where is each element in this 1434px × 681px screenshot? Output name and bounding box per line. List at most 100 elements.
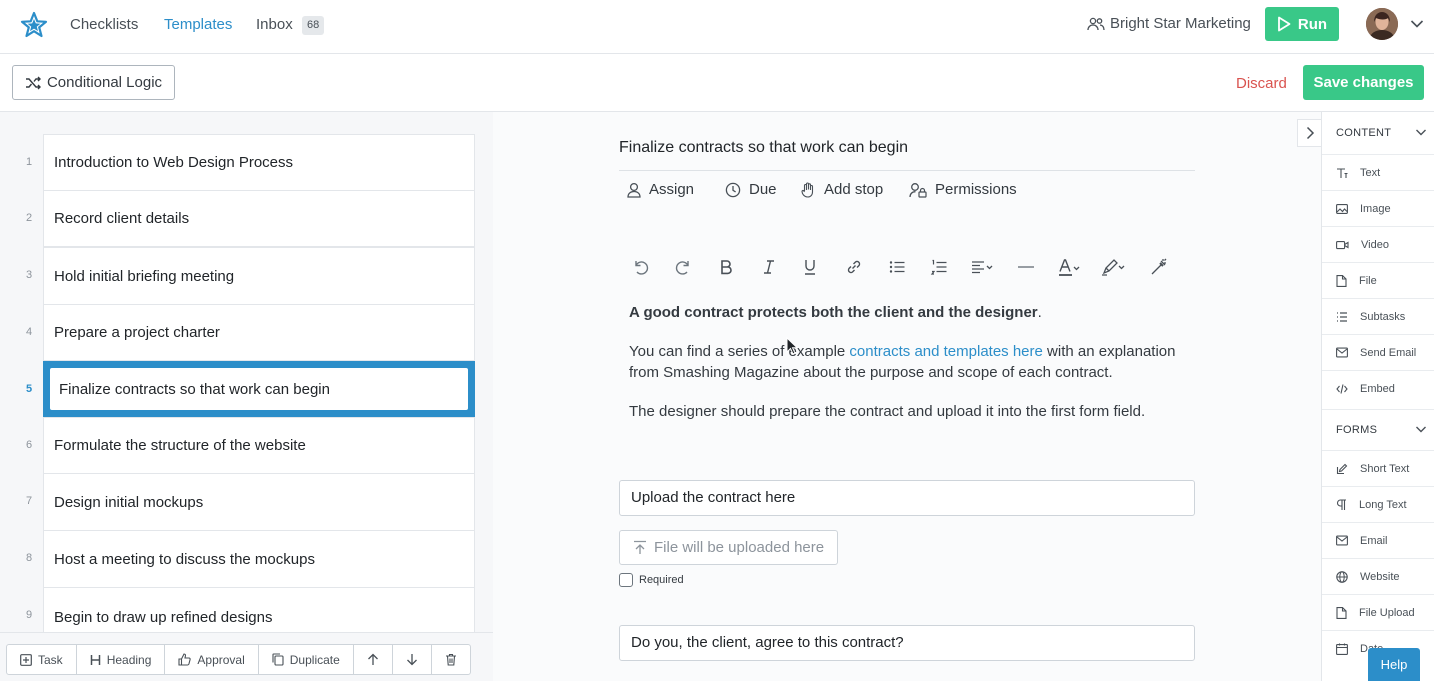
- palette-item-label: Embed: [1360, 382, 1395, 395]
- task-row[interactable]: 2 Record client details: [0, 190, 493, 247]
- task-card[interactable]: Hold initial briefing meeting: [43, 247, 475, 305]
- file-upload-button[interactable]: File will be uploaded here: [619, 530, 838, 565]
- task-number: 8: [25, 552, 33, 564]
- numbered-list-icon[interactable]: [930, 258, 948, 276]
- palette-item-video[interactable]: Video: [1322, 226, 1434, 262]
- save-changes-button[interactable]: Save changes: [1303, 65, 1424, 100]
- user-lock-icon: [909, 182, 927, 198]
- bullet-list-icon[interactable]: [888, 258, 906, 276]
- task-number: 6: [25, 439, 33, 451]
- move-up-button[interactable]: [354, 645, 393, 674]
- palette-item-file-upload[interactable]: File Upload: [1322, 594, 1434, 630]
- conditional-logic-button[interactable]: Conditional Logic: [12, 65, 175, 100]
- discard-button[interactable]: Discard: [1236, 75, 1287, 92]
- underline-icon[interactable]: [802, 258, 818, 276]
- add-approval-button[interactable]: Approval: [165, 645, 259, 674]
- highlight-icon[interactable]: [1101, 258, 1127, 276]
- task-card[interactable]: Host a meeting to discuss the mockups: [43, 530, 475, 588]
- org-name: Bright Star Marketing: [1110, 15, 1251, 32]
- user-avatar[interactable]: [1366, 8, 1398, 40]
- task-content[interactable]: A good contract protects both the client…: [629, 302, 1189, 440]
- task-number: 9: [25, 609, 33, 621]
- task-label: Introduction to Web Design Process: [54, 154, 294, 171]
- palette-item-label: Subtasks: [1360, 310, 1406, 323]
- palette-item-email[interactable]: Email: [1322, 522, 1434, 558]
- play-icon: [1277, 16, 1291, 32]
- task-row[interactable]: 1 Introduction to Web Design Process: [0, 134, 493, 191]
- task-card-selected[interactable]: Finalize contracts so that work can begi…: [43, 361, 475, 417]
- horizontal-rule-icon[interactable]: [1017, 258, 1035, 276]
- delete-task-button[interactable]: [432, 645, 470, 674]
- palette-item-embed[interactable]: Embed: [1322, 370, 1434, 406]
- italic-icon[interactable]: [761, 258, 777, 276]
- task-card[interactable]: Formulate the structure of the website: [43, 417, 475, 474]
- task-label: Finalize contracts so that work can begi…: [59, 380, 330, 398]
- palette-item-text[interactable]: Text: [1322, 154, 1434, 190]
- inbox-count-badge: 68: [302, 16, 325, 35]
- palette-item-short-text[interactable]: Short Text: [1322, 450, 1434, 486]
- undo-icon[interactable]: [632, 258, 650, 276]
- task-row[interactable]: 7 Design initial mockups: [0, 473, 493, 531]
- duplicate-button[interactable]: Duplicate: [259, 645, 354, 674]
- assign-label: Assign: [649, 181, 695, 198]
- nav-checklists[interactable]: Checklists: [70, 16, 138, 34]
- required-checkbox[interactable]: [619, 573, 633, 587]
- task-card[interactable]: Record client details: [43, 190, 475, 247]
- palette-item-website[interactable]: Website: [1322, 558, 1434, 594]
- content-section-header[interactable]: CONTENT: [1322, 113, 1434, 153]
- palette-item-long-text[interactable]: Long Text: [1322, 486, 1434, 522]
- task-row-selected[interactable]: 5 Finalize contracts so that work can be…: [0, 361, 493, 417]
- nav-templates[interactable]: Templates: [164, 16, 232, 34]
- collapse-palette-button[interactable]: [1297, 119, 1321, 147]
- palette-item-subtasks[interactable]: Subtasks: [1322, 298, 1434, 334]
- clear-format-icon[interactable]: [1150, 258, 1168, 276]
- add-task-button[interactable]: Task: [7, 645, 77, 674]
- help-button[interactable]: Help: [1368, 648, 1420, 681]
- chevron-down-icon[interactable]: [1410, 19, 1424, 29]
- task-card[interactable]: Prepare a project charter: [43, 304, 475, 361]
- palette-item-image[interactable]: Image: [1322, 190, 1434, 226]
- bold-icon[interactable]: [718, 258, 734, 276]
- task-row[interactable]: 6 Formulate the structure of the website: [0, 417, 493, 474]
- palette-item-file[interactable]: File: [1322, 262, 1434, 298]
- task-card[interactable]: Design initial mockups: [43, 473, 475, 531]
- arrow-down-icon: [406, 653, 418, 666]
- task-row[interactable]: 4 Prepare a project charter: [0, 304, 493, 361]
- text-icon: [1336, 167, 1348, 179]
- clock-icon: [725, 182, 741, 198]
- due-button[interactable]: Due: [725, 181, 777, 198]
- task-row[interactable]: 8 Host a meeting to discuss the mockups: [0, 530, 493, 588]
- redo-icon[interactable]: [674, 258, 692, 276]
- task-label: Begin to draw up refined designs: [54, 608, 273, 626]
- run-button[interactable]: Run: [1265, 7, 1339, 41]
- required-toggle[interactable]: Required: [619, 573, 684, 587]
- palette-item-label: Email: [1360, 534, 1388, 547]
- move-down-button[interactable]: [393, 645, 432, 674]
- forms-section-header[interactable]: FORMS: [1322, 409, 1434, 449]
- task-card[interactable]: Introduction to Web Design Process: [43, 134, 475, 191]
- org-switcher[interactable]: Bright Star Marketing: [1087, 15, 1251, 32]
- file-icon: [1336, 274, 1347, 287]
- task-actions-bar: Task Heading Approval Duplicate: [0, 632, 493, 681]
- task-title-input[interactable]: Finalize contracts so that work can begi…: [619, 139, 908, 157]
- assign-button[interactable]: Assign: [627, 181, 694, 198]
- task-label: Record client details: [54, 210, 190, 227]
- due-label: Due: [749, 181, 777, 198]
- palette-item-send-email[interactable]: Send Email: [1322, 334, 1434, 370]
- link-icon[interactable]: [845, 258, 863, 276]
- task-label: Design initial mockups: [54, 493, 204, 511]
- permissions-button[interactable]: Permissions: [909, 181, 1017, 198]
- permissions-label: Permissions: [935, 181, 1017, 198]
- content-text: .: [1037, 304, 1042, 321]
- upload-placeholder: File will be uploaded here: [654, 539, 825, 556]
- task-row[interactable]: 3 Hold initial briefing meeting: [0, 247, 493, 305]
- contracts-link[interactable]: contracts and templates here: [849, 343, 1042, 360]
- add-stop-button[interactable]: Add stop: [801, 181, 883, 198]
- add-heading-button[interactable]: Heading: [77, 645, 166, 674]
- align-dropdown-icon[interactable]: [971, 258, 995, 276]
- form-field-label-input[interactable]: Do you, the client, agree to this contra…: [619, 625, 1195, 661]
- form-field-label-input[interactable]: Upload the contract here: [619, 480, 1195, 516]
- star-logo-icon[interactable]: [20, 11, 48, 39]
- nav-inbox[interactable]: Inbox: [256, 16, 293, 34]
- text-color-icon[interactable]: [1058, 258, 1082, 278]
